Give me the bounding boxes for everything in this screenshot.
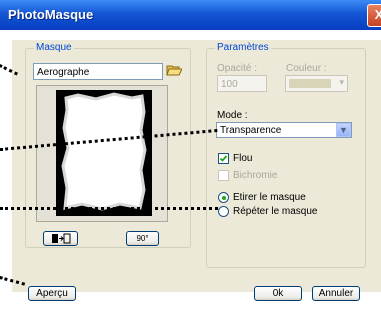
rotate-button[interactable]: 90°	[126, 231, 159, 246]
chevron-down-icon[interactable]: ▼	[336, 123, 351, 137]
etirer-label: Etirer le masque	[233, 192, 306, 203]
flou-checkbox[interactable]	[218, 153, 229, 164]
mode-value: Transparence	[220, 125, 282, 136]
flou-label: Flou	[233, 153, 253, 164]
annuler-label: Annuler	[318, 288, 354, 299]
title-bar: PhotoMasque X	[0, 0, 381, 30]
parametres-legend: Paramètres	[215, 42, 271, 53]
annuler-button[interactable]: Annuler	[312, 286, 360, 301]
dialog-client: Masque Aerographe 90° Paramètres Opacité…	[0, 30, 381, 315]
ok-label: 0k	[272, 288, 284, 299]
mode-label: Mode :	[217, 110, 248, 121]
close-button[interactable]: X	[367, 4, 381, 27]
apercu-label: Aperçu	[36, 288, 68, 299]
close-icon: X	[374, 7, 381, 22]
chevron-down-icon: ▾	[339, 77, 344, 87]
mask-file-input[interactable]: Aerographe	[33, 63, 163, 80]
mask-preview-image	[56, 90, 152, 216]
apercu-button[interactable]: Aperçu	[28, 286, 76, 301]
radio-selected-dot	[222, 196, 226, 200]
etirer-radio[interactable]	[218, 192, 229, 203]
photomasque-window: PhotoMasque X Masque Aerographe 90° Para…	[0, 0, 381, 315]
repeter-radio[interactable]	[218, 206, 229, 217]
flip-button[interactable]	[43, 231, 78, 246]
opacite-label: Opacité :	[217, 63, 258, 74]
masque-legend: Masque	[34, 42, 74, 53]
callout-line-radio	[0, 207, 218, 210]
couleur-label: Couleur :	[286, 63, 327, 74]
bichromie-label: Bichromie	[233, 170, 278, 181]
mask-preview	[36, 85, 168, 222]
mode-select[interactable]: Transparence	[216, 122, 352, 138]
window-title: PhotoMasque	[8, 7, 94, 22]
ok-button[interactable]: 0k	[254, 286, 302, 301]
rotate-90-icon: 90°	[136, 234, 149, 243]
couleur-select[interactable]: ▾	[285, 75, 348, 92]
open-folder-icon[interactable]	[166, 63, 183, 77]
bichromie-checkbox[interactable]	[218, 170, 229, 181]
repeter-label: Répéter le masque	[233, 206, 318, 217]
opacite-field[interactable]: 100	[217, 75, 267, 92]
couleur-swatch	[289, 79, 331, 88]
flip-horizontal-icon	[51, 233, 71, 247]
